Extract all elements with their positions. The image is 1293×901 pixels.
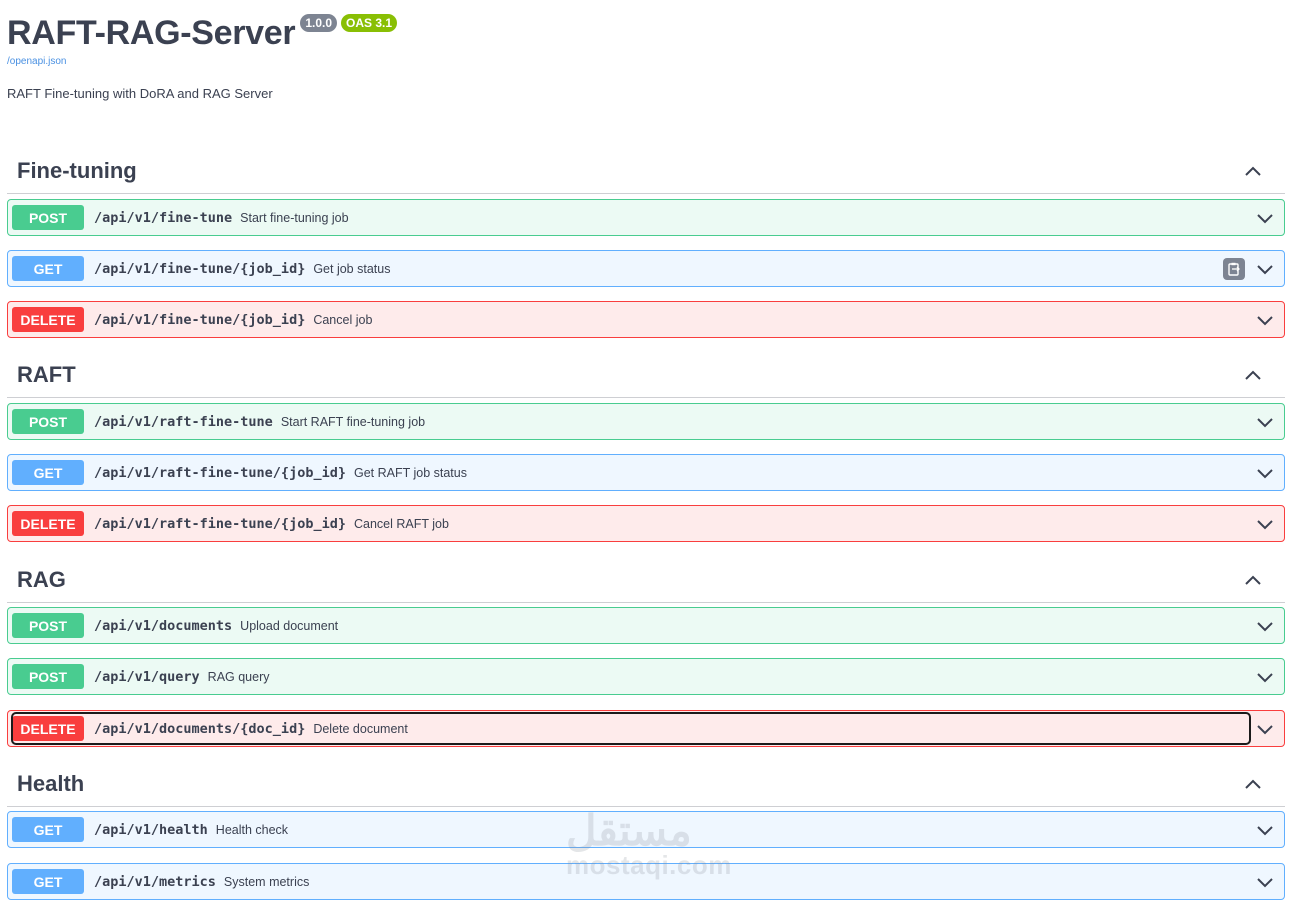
chevron-down-icon[interactable] — [1256, 873, 1274, 891]
oas-badge: OAS 3.1 — [341, 14, 398, 32]
watermark-arabic-text: مستقل — [566, 807, 692, 854]
chevron-down-icon[interactable] — [1256, 668, 1274, 686]
chevron-down-icon[interactable] — [1256, 720, 1274, 738]
version-badge: 1.0.0 — [300, 14, 338, 32]
tag-section-rag: RAG — [7, 558, 1285, 603]
endpoint-path: /api/v1/raft-fine-tune — [94, 413, 273, 430]
api-description: RAFT Fine-tuning with DoRA and RAG Serve… — [7, 86, 273, 101]
clipboard-icon — [1228, 262, 1240, 276]
endpoint-path: /api/v1/documents/{doc_id} — [94, 720, 306, 737]
endpoint-summary: Cancel RAFT job — [353, 516, 449, 531]
endpoint-path: /api/v1/documents — [94, 617, 233, 634]
operation-row[interactable]: GET /api/v1/raft-fine-tune/{job_id} Get … — [7, 454, 1285, 491]
endpoint-summary: System metrics — [223, 874, 310, 889]
endpoint-path: /api/v1/health — [94, 821, 208, 838]
chevron-up-icon[interactable] — [1243, 161, 1263, 181]
operation-row[interactable]: GET /api/v1/fine-tune/{job_id} Get job s… — [7, 250, 1285, 287]
chevron-down-icon[interactable] — [1256, 260, 1274, 278]
watermark-latin-text: mostaqi.com — [566, 850, 732, 880]
operation-row[interactable]: DELETE /api/v1/documents/{doc_id} Delete… — [7, 710, 1285, 747]
method-badge: GET — [12, 460, 84, 485]
endpoint-summary: Delete document — [313, 721, 408, 736]
endpoint-path: /api/v1/fine-tune — [94, 209, 233, 226]
endpoint-summary: Get RAFT job status — [353, 465, 467, 480]
endpoint-path: /api/v1/raft-fine-tune/{job_id} — [94, 464, 346, 481]
operation-row[interactable]: POST /api/v1/query RAG query — [7, 658, 1285, 695]
method-badge: POST — [12, 664, 84, 689]
method-badge: DELETE — [12, 307, 84, 332]
tag-section-health: Health — [7, 762, 1285, 807]
chevron-down-icon[interactable] — [1256, 413, 1274, 431]
watermark-logo: مستقل mostaqi.com — [566, 806, 731, 884]
operation-row[interactable]: DELETE /api/v1/fine-tune/{job_id} Cancel… — [7, 301, 1285, 338]
operation-row[interactable]: POST /api/v1/documents Upload document — [7, 607, 1285, 644]
endpoint-summary: RAG query — [207, 669, 270, 684]
chevron-up-icon[interactable] — [1243, 774, 1263, 794]
chevron-up-icon[interactable] — [1243, 570, 1263, 590]
endpoint-summary: Cancel job — [313, 312, 373, 327]
endpoint-path: /api/v1/raft-fine-tune/{job_id} — [94, 515, 346, 532]
operation-row[interactable]: POST /api/v1/raft-fine-tune Start RAFT f… — [7, 403, 1285, 440]
endpoint-path: /api/v1/query — [94, 668, 200, 685]
endpoint-summary: Upload document — [240, 618, 339, 633]
method-badge: POST — [12, 205, 84, 230]
operation-row[interactable]: POST /api/v1/fine-tune Start fine-tuning… — [7, 199, 1285, 236]
chevron-down-icon[interactable] — [1256, 464, 1274, 482]
chevron-down-icon[interactable] — [1256, 617, 1274, 635]
tag-section-fine-tuning: Fine-tuning — [7, 149, 1285, 194]
page-title: RAFT-RAG-Server — [7, 14, 296, 52]
endpoint-summary: Start RAFT fine-tuning job — [280, 414, 426, 429]
endpoint-path: /api/v1/metrics — [94, 873, 216, 890]
endpoint-path: /api/v1/fine-tune/{job_id} — [94, 311, 306, 328]
tag-name: RAFT — [17, 362, 76, 387]
chevron-down-icon[interactable] — [1256, 311, 1274, 329]
tag-header[interactable]: Fine-tuning — [7, 149, 1285, 194]
tag-name: Health — [17, 771, 85, 796]
tag-name: RAG — [17, 567, 66, 592]
method-badge: POST — [12, 409, 84, 434]
method-badge: GET — [12, 869, 84, 894]
endpoint-summary: Get job status — [313, 261, 391, 276]
tag-header[interactable]: RAFT — [7, 353, 1285, 398]
chevron-down-icon[interactable] — [1256, 821, 1274, 839]
openapi-json-link[interactable]: /openapi.json — [7, 56, 1293, 67]
tag-header[interactable]: RAG — [7, 558, 1285, 603]
title-row: RAFT-RAG-Server 1.0.0 OAS 3.1 — [7, 10, 1293, 56]
api-info: RAFT-RAG-Server 1.0.0 OAS 3.1 /openapi.j… — [7, 10, 1293, 101]
method-badge: POST — [12, 613, 84, 638]
chevron-up-icon[interactable] — [1243, 365, 1263, 385]
tag-section-raft: RAFT — [7, 353, 1285, 398]
tag-name: Fine-tuning — [17, 158, 137, 183]
endpoint-path: /api/v1/fine-tune/{job_id} — [94, 260, 306, 277]
method-badge: DELETE — [12, 511, 84, 536]
method-badge: GET — [12, 256, 84, 281]
tag-header[interactable]: Health — [7, 762, 1285, 807]
method-badge: DELETE — [12, 716, 84, 741]
chevron-down-icon[interactable] — [1256, 209, 1274, 227]
method-badge: GET — [12, 817, 84, 842]
chevron-down-icon[interactable] — [1256, 515, 1274, 533]
endpoint-summary: Start fine-tuning job — [240, 210, 349, 225]
endpoint-summary: Health check — [215, 822, 289, 837]
operation-row[interactable]: DELETE /api/v1/raft-fine-tune/{job_id} C… — [7, 505, 1285, 542]
copy-to-clipboard-button[interactable] — [1223, 258, 1245, 280]
